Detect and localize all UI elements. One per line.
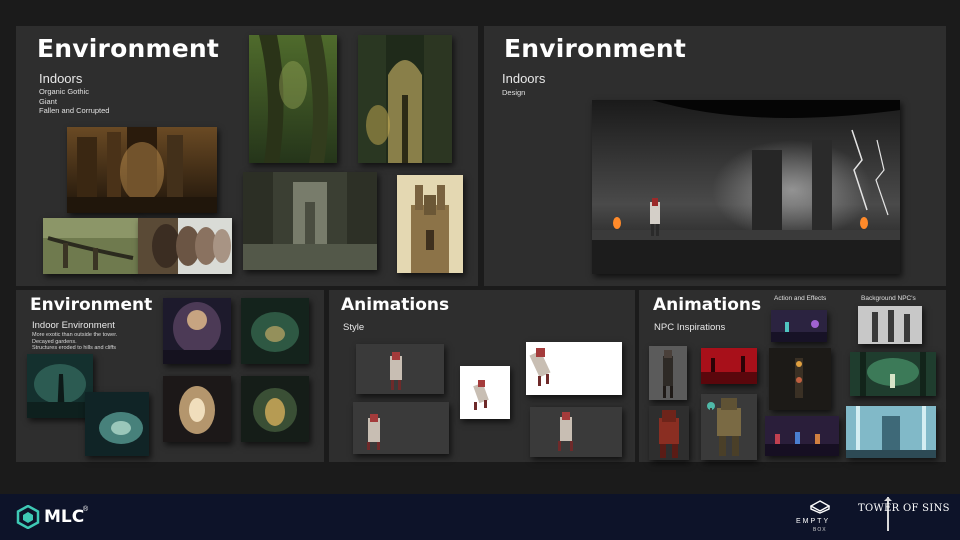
concept-art-glowing-pool bbox=[85, 392, 149, 456]
concept-art-cave-green bbox=[241, 298, 309, 364]
action-effects-crowd bbox=[765, 416, 839, 456]
panel-title: Environment bbox=[504, 34, 686, 63]
concept-art-tall-arch bbox=[358, 35, 452, 163]
animations-panel-style: Animations Style bbox=[329, 290, 635, 462]
concept-art-bridge bbox=[43, 218, 139, 274]
game-design-indoor-scene bbox=[592, 100, 900, 274]
animation-frame-run bbox=[530, 407, 622, 457]
action-effects-dark-tower bbox=[769, 348, 831, 410]
panel-subtitle: Indoors bbox=[39, 71, 83, 86]
concept-art-dark-corridor bbox=[243, 172, 377, 270]
panel-title: Environment bbox=[30, 295, 153, 315]
concept-art-cathedral bbox=[397, 175, 463, 273]
note-exotic: More exotic than outside the tower. bbox=[32, 332, 118, 338]
concept-art-tree-cave bbox=[27, 354, 93, 418]
panel-subtitle: Indoor Environment bbox=[32, 320, 115, 331]
concept-art-cave-glow bbox=[163, 376, 231, 442]
mlc-brand: MLC bbox=[44, 507, 85, 527]
concept-art-cave-gold bbox=[241, 376, 309, 442]
empty-box-logo-icon bbox=[809, 500, 831, 514]
animation-frame-jump bbox=[460, 366, 510, 419]
concept-art-library-hall bbox=[67, 127, 217, 213]
footer-bar: MLC ® EMPTY BOX TOWER OF SINS bbox=[0, 494, 960, 540]
action-effects-purple-scene bbox=[771, 310, 827, 342]
panel-lines: Organic Gothic Giant Fallen and Corrupte… bbox=[39, 87, 109, 116]
environment-panel-design: Environment Indoors Design bbox=[484, 26, 946, 286]
panel-title: Environment bbox=[37, 34, 219, 63]
animation-frame-idle bbox=[356, 344, 444, 394]
line-organic-gothic: Organic Gothic bbox=[39, 87, 90, 96]
panel-title: Animations bbox=[653, 295, 762, 315]
concept-art-cave-warm bbox=[163, 298, 231, 364]
label-background-npcs: Background NPC's bbox=[861, 295, 916, 302]
panel-title: Animations bbox=[341, 295, 450, 315]
empty-box-sub: BOX bbox=[813, 527, 827, 533]
line-giant: Giant bbox=[39, 96, 57, 106]
background-npc-statues bbox=[858, 306, 922, 344]
mlc-reg-mark: ® bbox=[83, 506, 89, 513]
background-npc-forest bbox=[850, 352, 936, 396]
empty-box-title: EMPTY bbox=[796, 518, 831, 525]
concept-art-green-forest bbox=[249, 35, 337, 163]
panel-subtitle: Indoors bbox=[502, 71, 546, 86]
concept-art-giant-heads bbox=[138, 218, 232, 274]
note-structures: Structures eroded to hills and cliffs bbox=[32, 345, 116, 351]
panel-subtitle: Style bbox=[343, 322, 365, 333]
animations-panel-npc: Animations NPC Inspirations Action and E… bbox=[639, 290, 946, 462]
npc-tall-warrior bbox=[649, 346, 687, 400]
panel-caption: Design bbox=[502, 88, 526, 97]
label-action-effects: Action and Effects bbox=[774, 295, 827, 302]
panel-notes: More exotic than outside the tower. Deca… bbox=[32, 332, 117, 352]
npc-red-scene bbox=[701, 348, 757, 384]
panel-subtitle: NPC Inspirations bbox=[654, 322, 726, 333]
background-npc-temple bbox=[846, 406, 936, 458]
animation-frame-walk bbox=[353, 402, 449, 454]
npc-armored-golem bbox=[701, 394, 757, 460]
tower-of-sins-title: TOWER OF SINS bbox=[858, 503, 950, 514]
line-fallen: Fallen and Corrupted bbox=[39, 106, 110, 115]
environment-panel-organic-gothic: Environment Indoors Organic Gothic Giant… bbox=[16, 26, 478, 286]
mlc-logo-icon bbox=[16, 504, 40, 530]
environment-panel-caves: Environment Indoor Environment More exot… bbox=[16, 290, 324, 462]
npc-red-knight bbox=[649, 406, 689, 460]
animation-frame-attack bbox=[526, 342, 622, 395]
